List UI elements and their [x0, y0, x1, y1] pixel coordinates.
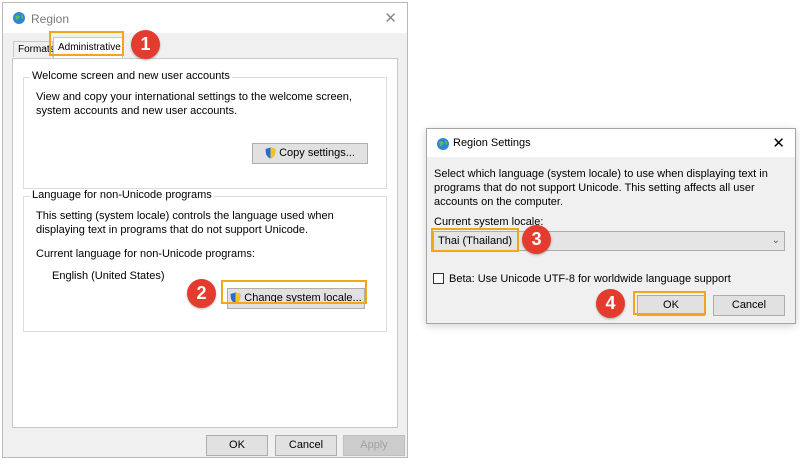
close-icon[interactable]: ✕	[384, 9, 397, 27]
beta-utf8-label: Beta: Use Unicode UTF-8 for worldwide la…	[449, 273, 731, 285]
dialog-cancel-button[interactable]: Cancel	[713, 295, 785, 316]
dialog-ok-button[interactable]: OK	[637, 295, 705, 316]
administrative-panel: Welcome screen and new user accounts Vie…	[12, 58, 398, 428]
close-icon[interactable]: ✕	[772, 134, 785, 152]
tab-administrative[interactable]: Administrative	[53, 37, 123, 58]
system-locale-value: Thai (Thailand)	[438, 235, 512, 247]
shield-icon	[265, 147, 276, 159]
welcome-group-legend: Welcome screen and new user accounts	[30, 70, 232, 82]
region-window: Region ✕ Formats Administrative Welcome …	[2, 2, 408, 458]
current-language-label: Current language for non-Unicode program…	[36, 248, 255, 260]
current-language-value: English (United States)	[52, 270, 165, 282]
system-locale-select[interactable]: Thai (Thailand) ⌄	[433, 231, 785, 251]
change-system-locale-label: Change system locale...	[244, 292, 362, 304]
copy-settings-label: Copy settings...	[279, 147, 355, 159]
step-badge-4: 4	[596, 289, 625, 318]
step-badge-3: 3	[522, 225, 551, 254]
change-system-locale-button[interactable]: Change system locale...	[227, 288, 365, 309]
copy-settings-button[interactable]: Copy settings...	[252, 143, 368, 164]
step-badge-2: 2	[187, 279, 216, 308]
tab-formats[interactable]: Formats	[13, 41, 55, 57]
region-settings-titlebar: Region Settings ✕	[427, 129, 795, 157]
region-window-title: Region	[31, 12, 70, 26]
step-badge-1: 1	[131, 30, 160, 59]
chevron-down-icon: ⌄	[771, 235, 780, 246]
non-unicode-group: Language for non-Unicode programs This s…	[23, 189, 387, 332]
region-settings-title: Region Settings	[453, 137, 531, 149]
beta-utf8-checkbox[interactable]	[433, 273, 444, 284]
globe-icon	[437, 138, 449, 150]
apply-button: Apply	[343, 435, 405, 456]
welcome-screen-group: Welcome screen and new user accounts Vie…	[23, 70, 387, 189]
shield-icon	[230, 292, 241, 304]
non-unicode-description: This setting (system locale) controls th…	[36, 210, 334, 236]
welcome-group-description: View and copy your international setting…	[36, 91, 352, 117]
globe-icon	[13, 12, 25, 24]
cancel-button[interactable]: Cancel	[275, 435, 337, 456]
region-titlebar: Region ✕	[3, 3, 407, 33]
non-unicode-group-legend: Language for non-Unicode programs	[30, 189, 214, 201]
dialog-description: Select which language (system locale) to…	[434, 168, 768, 208]
ok-button[interactable]: OK	[206, 435, 268, 456]
